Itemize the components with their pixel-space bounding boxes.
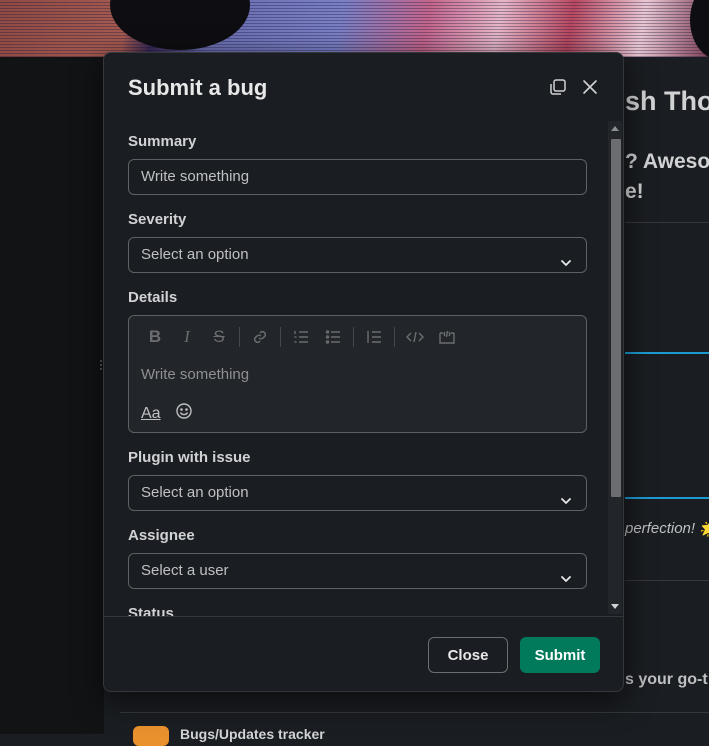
plugin-label: Plugin with issue: [128, 449, 251, 466]
submit-bug-modal: Submit a bug Summary Write something Sev…: [103, 52, 624, 692]
severity-select[interactable]: Select an option: [128, 237, 587, 273]
close-icon[interactable]: [578, 75, 602, 99]
modal-title: Submit a bug: [128, 75, 268, 100]
summary-input[interactable]: Write something: [128, 159, 587, 195]
details-placeholder: Write something: [141, 366, 250, 383]
close-button[interactable]: Close: [428, 637, 508, 673]
tracker-name[interactable]: Bugs/Updates tracker: [180, 726, 325, 742]
workspace-sidebar: [0, 57, 104, 734]
message-snippet: perfection! 🌟: [625, 520, 709, 537]
scroll-up-arrow-icon[interactable]: [611, 126, 619, 131]
status-label: Status: [128, 605, 174, 616]
channel-title: sh Thos: [625, 86, 709, 116]
accent-divider: [625, 497, 709, 499]
submit-button[interactable]: Submit: [520, 637, 600, 673]
modal-scrollbar[interactable]: [608, 121, 622, 614]
bold-icon[interactable]: B: [139, 326, 171, 348]
chevron-down-icon: [560, 564, 572, 598]
blockquote-icon[interactable]: [358, 326, 390, 348]
text-format-icon[interactable]: Aa: [141, 405, 161, 423]
modal-form: Summary Write something Severity Select …: [104, 117, 623, 616]
chevron-down-icon: [560, 486, 572, 520]
editor-footer: Aa: [141, 402, 193, 425]
strikethrough-icon[interactable]: S: [203, 326, 235, 348]
divider: [625, 222, 709, 223]
chevron-down-icon: [560, 248, 572, 282]
formatting-toolbar: B I S: [139, 326, 463, 348]
ordered-list-icon[interactable]: [285, 326, 317, 348]
divider: [625, 580, 709, 581]
severity-value: Select an option: [141, 246, 249, 263]
code-icon[interactable]: [399, 326, 431, 348]
details-editor[interactable]: B I S Write something Aa: [128, 315, 587, 433]
accent-divider: [625, 352, 709, 354]
details-label: Details: [128, 289, 178, 306]
message-snippet: s your go-t: [625, 671, 708, 688]
scrollbar-thumb[interactable]: [611, 139, 621, 497]
scroll-down-arrow-icon[interactable]: [611, 604, 619, 609]
plugin-select[interactable]: Select an option: [128, 475, 587, 511]
code-block-icon[interactable]: [431, 326, 463, 348]
italic-icon[interactable]: I: [171, 326, 203, 348]
bulleted-list-icon[interactable]: [317, 326, 349, 348]
assignee-label: Assignee: [128, 527, 195, 544]
canvas-heading-line1: ? Awesor: [625, 150, 709, 173]
plugin-value: Select an option: [141, 484, 249, 501]
divider: [120, 712, 709, 713]
link-icon[interactable]: [244, 326, 276, 348]
assignee-select[interactable]: Select a user: [128, 553, 587, 589]
channel-banner-image: [0, 0, 709, 57]
summary-label: Summary: [128, 133, 197, 150]
tracker-avatar: [133, 726, 169, 746]
canvas-heading-line2: e!: [625, 180, 644, 203]
emoji-icon[interactable]: [175, 402, 193, 425]
popout-icon[interactable]: [546, 75, 570, 99]
severity-label: Severity: [128, 211, 187, 228]
modal-footer: Close Submit: [104, 616, 623, 692]
assignee-value: Select a user: [141, 562, 229, 579]
